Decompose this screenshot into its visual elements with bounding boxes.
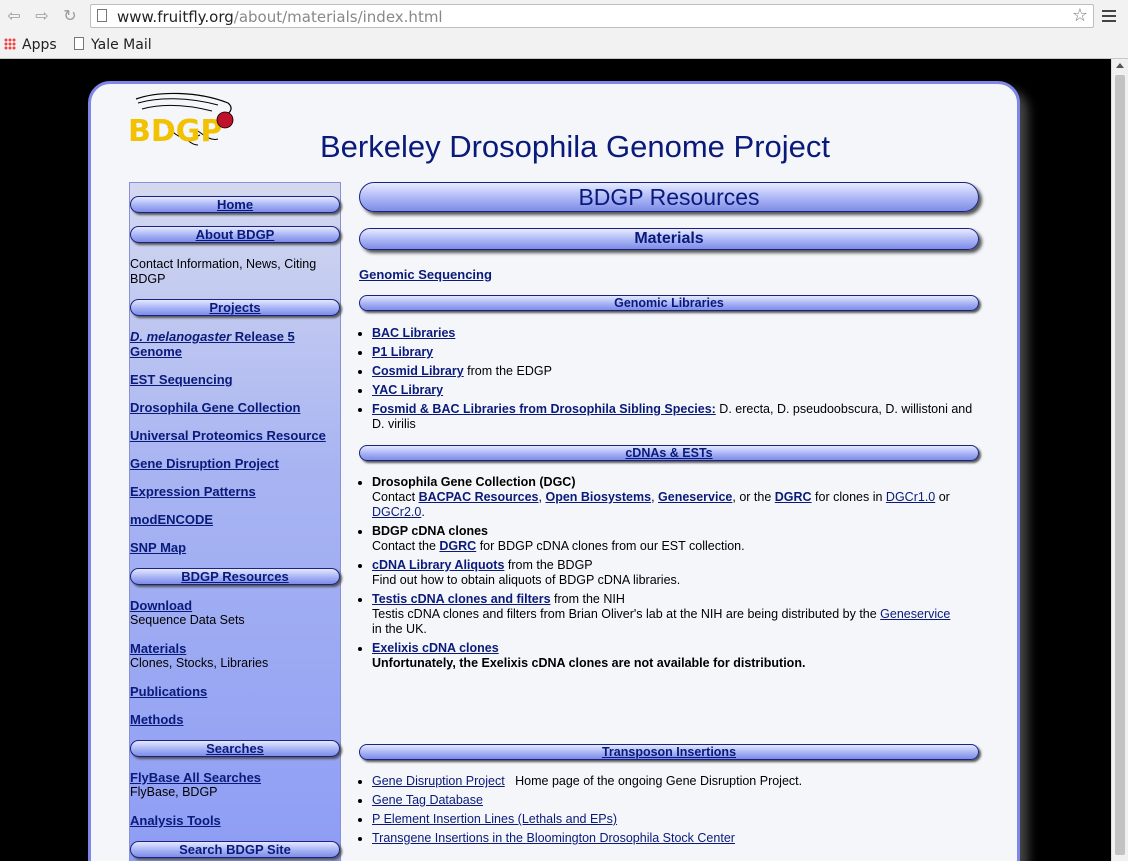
sidebar-item-analysis[interactable]: Analysis Tools xyxy=(130,813,221,828)
genomic-libraries-list: BAC Libraries P1 Library Cosmid Library … xyxy=(359,326,979,436)
menu-icon[interactable] xyxy=(1102,8,1116,22)
sidebar-item-genome[interactable]: Genome xyxy=(130,344,182,359)
cdna-aliquots-link[interactable]: cDNA Library Aliquots xyxy=(372,558,504,572)
sidebar-resources[interactable]: BDGP Resources xyxy=(130,568,340,585)
download-description: Sequence Data Sets xyxy=(130,613,245,627)
cdnas-ests-heading[interactable]: cDNAs & ESTs xyxy=(359,445,979,461)
resources-heading: BDGP Resources xyxy=(359,182,979,212)
sidebar-item-dgc[interactable]: Drosophila Gene Collection xyxy=(130,400,300,415)
transgene-insertions-link[interactable]: Transgene Insertions in the Bloomington … xyxy=(372,831,735,845)
sidebar-projects[interactable]: Projects xyxy=(130,299,340,316)
sidebar-item-download[interactable]: Download xyxy=(130,598,192,613)
testis-cdna-link[interactable]: Testis cDNA clones and filters xyxy=(372,592,551,606)
list-item: Cosmid Library from the EDGP xyxy=(372,364,979,379)
genomic-sequencing-link[interactable]: Genomic Sequencing xyxy=(359,267,492,282)
yac-library-link[interactable]: YAC Library xyxy=(372,383,443,397)
list-item: YAC Library xyxy=(372,383,979,398)
bacpac-link[interactable]: BACPAC Resources xyxy=(419,490,539,504)
bookmark-yale-mail[interactable]: Yale Mail xyxy=(74,37,152,53)
list-item: P Element Insertion Lines (Lethals and E… xyxy=(372,812,979,827)
list-item: Gene Disruption Project Home page of the… xyxy=(372,774,979,789)
p1-library-link[interactable]: P1 Library xyxy=(372,345,433,359)
sidebar-home[interactable]: Home xyxy=(130,196,340,213)
url-text[interactable]: www.fruitfly.org/about/materials/index.h… xyxy=(117,8,443,26)
sidebar-item-expression[interactable]: Expression Patterns xyxy=(130,484,256,499)
materials-heading: Materials xyxy=(359,228,979,250)
sidebar-item-methods[interactable]: Methods xyxy=(130,712,183,727)
p-element-link[interactable]: P Element Insertion Lines (Lethals and E… xyxy=(372,812,617,826)
sidebar-item-melanogaster[interactable]: D. melanogaster Release 5 xyxy=(130,329,295,344)
back-icon[interactable]: ⇦ xyxy=(4,6,24,26)
address-bar[interactable]: www.fruitfly.org/about/materials/index.h… xyxy=(90,4,1094,28)
open-biosystems-link[interactable]: Open Biosystems xyxy=(545,490,651,504)
sidebar-search-site[interactable]: Search BDGP Site xyxy=(130,841,340,858)
gene-disruption-link[interactable]: Gene Disruption Project xyxy=(372,774,505,788)
scroll-thumb[interactable] xyxy=(1115,75,1125,855)
list-item: cDNA Library Aliquots from the BDGPFind … xyxy=(372,558,979,588)
cosmid-library-link[interactable]: Cosmid Library xyxy=(372,364,464,378)
exelixis-link[interactable]: Exelixis cDNA clones xyxy=(372,641,499,655)
sidebar-item-snp[interactable]: SNP Map xyxy=(130,540,186,555)
page-icon xyxy=(97,9,107,22)
dgcr2-link[interactable]: DGCr2.0 xyxy=(372,505,421,519)
sidebar-item-flybase[interactable]: FlyBase All Searches xyxy=(130,770,261,785)
genomic-libraries-heading: Genomic Libraries xyxy=(359,295,979,311)
bookmark-apps[interactable]: Apps xyxy=(4,37,57,53)
apps-grid-icon xyxy=(4,38,16,50)
bookmark-star-icon[interactable]: ☆ xyxy=(1072,5,1088,26)
list-item: Exelixis cDNA clonesUnfortunately, the E… xyxy=(372,641,979,671)
gene-tag-db-link[interactable]: Gene Tag Database xyxy=(372,793,483,807)
sidebar-item-modencode[interactable]: modENCODE xyxy=(130,512,213,527)
dgcr1-link[interactable]: DGCr1.0 xyxy=(886,490,935,504)
svg-text:BDGP: BDGP xyxy=(128,114,222,149)
forward-icon[interactable]: ⇨ xyxy=(32,6,52,26)
list-item: BAC Libraries xyxy=(372,326,979,341)
about-description: Contact Information, News, Citing BDGP xyxy=(130,257,317,286)
bdgp-logo[interactable]: BDGP xyxy=(128,91,240,149)
dgrc-link[interactable]: DGRC xyxy=(775,490,812,504)
list-item: Gene Tag Database xyxy=(372,793,979,808)
sidebar-item-upr[interactable]: Universal Proteomics Resource xyxy=(130,428,326,443)
dgrc-link-2[interactable]: DGRC xyxy=(439,539,476,553)
transposon-list: Gene Disruption Project Home page of the… xyxy=(359,774,979,850)
geneservice-link-2[interactable]: Geneservice xyxy=(880,607,950,621)
transposon-heading[interactable]: Transposon Insertions xyxy=(359,744,979,760)
bookmarks-bar: Apps Yale Mail xyxy=(0,34,1128,59)
list-item: Testis cDNA clones and filters from the … xyxy=(372,592,979,637)
list-item: Fosmid & BAC Libraries from Drosophila S… xyxy=(372,402,979,432)
list-item: BDGP cDNA clonesContact the DGRC for BDG… xyxy=(372,524,979,554)
page-viewport: BDGP Berkeley Drosophila Genome Project … xyxy=(0,59,1111,861)
bac-libraries-link[interactable]: BAC Libraries xyxy=(372,326,455,340)
sidebar-searches[interactable]: Searches xyxy=(130,740,340,757)
cdnas-list: Drosophila Gene Collection (DGC)Contact … xyxy=(359,475,979,675)
vertical-scrollbar[interactable] xyxy=(1111,59,1128,861)
site-title: Berkeley Drosophila Genome Project xyxy=(320,129,831,164)
list-item: Transgene Insertions in the Bloomington … xyxy=(372,831,979,846)
sidebar-item-gdp[interactable]: Gene Disruption Project xyxy=(130,456,279,471)
sidebar-item-publications[interactable]: Publications xyxy=(130,684,207,699)
list-item: Drosophila Gene Collection (DGC)Contact … xyxy=(372,475,979,520)
sidebar-item-materials[interactable]: Materials xyxy=(130,641,186,656)
reload-icon[interactable]: ↻ xyxy=(60,6,80,26)
browser-toolbar: ⇦ ⇨ ↻ www.fruitfly.org/about/materials/i… xyxy=(0,0,1128,34)
materials-description: Clones, Stocks, Libraries xyxy=(130,656,269,670)
scroll-up-icon[interactable] xyxy=(1116,63,1124,68)
sidebar-item-est[interactable]: EST Sequencing xyxy=(130,372,233,387)
flybase-description: FlyBase, BDGP xyxy=(130,785,218,799)
list-item: P1 Library xyxy=(372,345,979,360)
page-icon xyxy=(74,37,84,50)
sidebar-about[interactable]: About BDGP xyxy=(130,226,340,243)
geneservice-link[interactable]: Geneservice xyxy=(658,490,732,504)
fosmid-bac-link[interactable]: Fosmid & BAC Libraries from Drosophila S… xyxy=(372,402,716,416)
sidebar: Home About BDGP Contact Information, New… xyxy=(129,182,341,861)
